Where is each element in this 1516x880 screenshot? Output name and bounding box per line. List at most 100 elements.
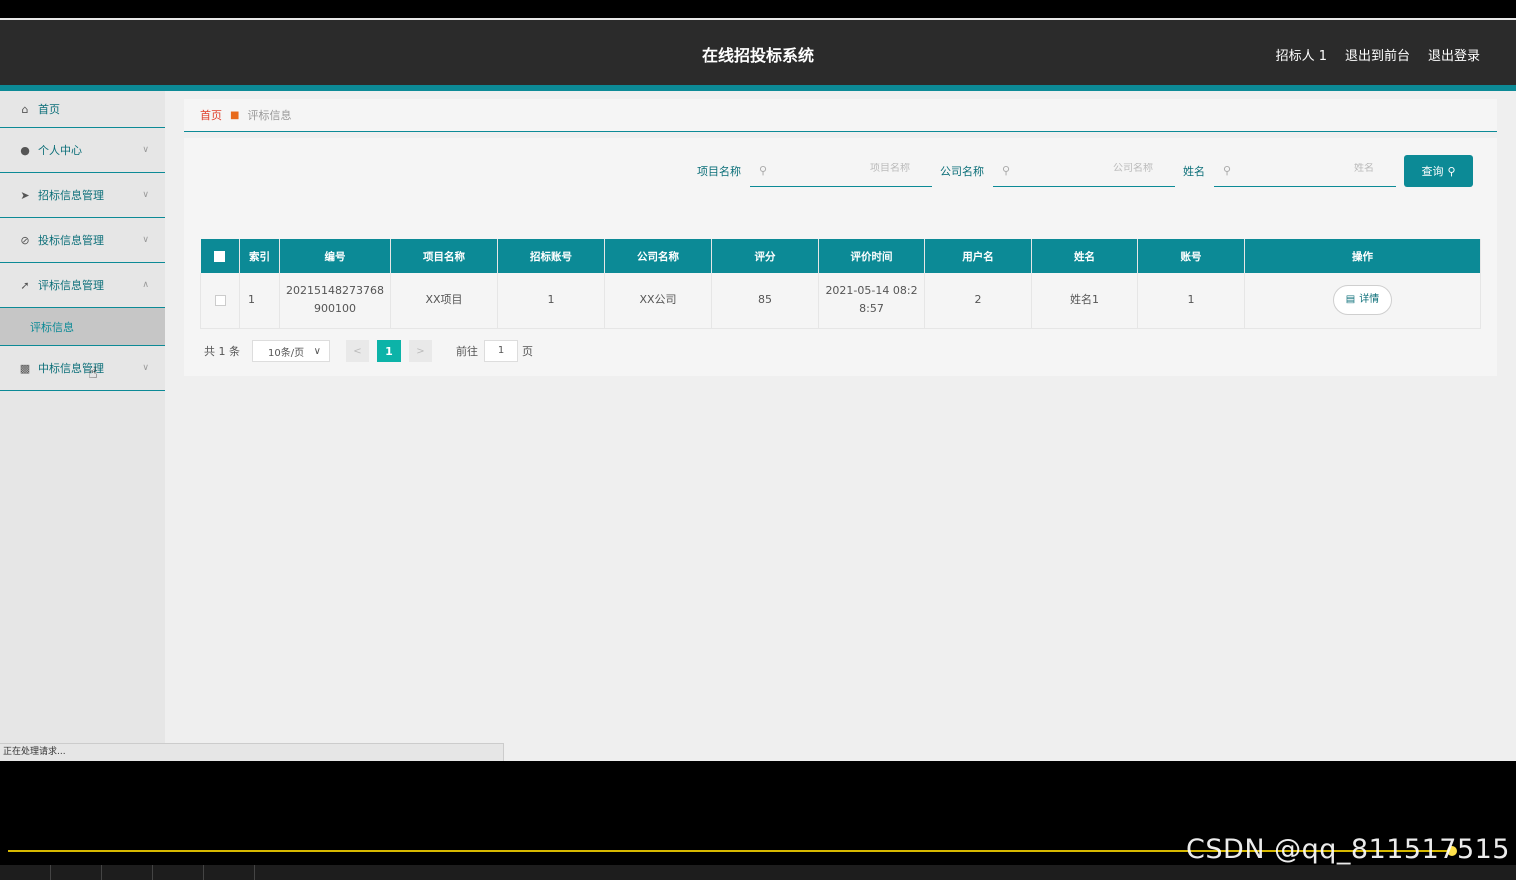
send-icon: ➤ [20, 188, 30, 202]
back-to-front-link[interactable]: 退出到前台 [1345, 45, 1410, 64]
strip-divider [254, 865, 255, 880]
chevron-right-icon: > [416, 345, 425, 357]
search-bar: 项目名称 ⚲ 公司名称 ⚲ 姓名 ⚲ [697, 155, 1473, 187]
strip-divider [101, 865, 102, 880]
chevron-down-icon: ∨ [142, 145, 149, 155]
app-body: ⌂ 首页 ● 个人中心 ∨ ➤ 招标信息管理 ∨ ⊘ 投标信息管理 ∨ ➚ 评标… [0, 91, 1516, 761]
header-links: 招标人 1 退出到前台 退出登录 [1276, 45, 1480, 64]
sidebar-item-label: 首页 [38, 103, 60, 116]
cell-account: 1 [1137, 273, 1245, 329]
content-panel: 项目名称 ⚲ 公司名称 ⚲ 姓名 ⚲ [184, 138, 1497, 376]
table-row: 1 20215148273768 900100 XX项目 1 XX公司 85 20… [200, 273, 1481, 329]
sidebar-item-award-info[interactable]: ▩ 中标信息管理 ∨ [0, 346, 165, 391]
browser-status-bar: 正在处理请求... [0, 743, 504, 761]
pagination-total: 共 1 条 [204, 345, 240, 358]
screen: 在线招投标系统 招标人 1 退出到前台 退出登录 ⌂ 首页 ● 个人中心 ∨ ➤… [0, 0, 1516, 880]
evaluation-table: 索引 编号 项目名称 招标账号 公司名称 评分 评价时间 用户名 姓名 账号 操… [200, 239, 1481, 329]
bell-off-icon: ⊘ [20, 233, 30, 247]
cell-company: XX公司 [604, 273, 712, 329]
row-checkbox[interactable] [214, 294, 226, 306]
sidebar-item-bid-info[interactable]: ⊘ 投标信息管理 ∨ [0, 218, 165, 263]
name-input[interactable] [1254, 163, 1374, 174]
company-name-label: 公司名称 [940, 165, 984, 178]
cell-time-line1: 2021-05-14 08:2 [825, 284, 918, 298]
col-header: 索引 [239, 239, 280, 273]
breadcrumb-home[interactable]: 首页 [200, 107, 222, 123]
sidebar-item-label: 评标信息管理 [38, 279, 104, 292]
cell-action: ▤ 详情 [1244, 273, 1481, 329]
sidebar-item-label: 投标信息管理 [38, 234, 104, 247]
prev-page-button[interactable]: < [346, 340, 369, 362]
logout-link[interactable]: 退出登录 [1428, 45, 1480, 64]
cell-index: 1 [239, 273, 280, 329]
chevron-up-icon: ∧ [142, 280, 149, 290]
cell-time-line2: 8:57 [859, 302, 884, 316]
sidebar-item-label: 招标信息管理 [38, 189, 104, 202]
col-header: 账号 [1137, 239, 1245, 273]
briefcase-icon: ▩ [19, 361, 31, 375]
search-icon: ⚲ [1002, 164, 1011, 177]
next-page-button[interactable]: > [409, 340, 432, 362]
col-header: 招标账号 [497, 239, 605, 273]
chevron-down-icon: ∨ [142, 190, 149, 200]
document-icon: ▤ [1345, 294, 1356, 306]
page-size-value: 10条/页 [268, 347, 305, 359]
project-name-label: 项目名称 [697, 165, 741, 178]
project-name-field: ⚲ [750, 155, 932, 187]
page-size-select[interactable]: 10条/页 ∨ [252, 340, 330, 362]
sidebar-item-label: 个人中心 [38, 144, 82, 157]
app-header: 在线招投标系统 招标人 1 退出到前台 退出登录 [0, 20, 1516, 85]
search-icon: ⚲ [759, 164, 768, 177]
col-header: 操作 [1244, 239, 1481, 273]
strip-divider [203, 865, 204, 880]
sidebar-item-tender-info[interactable]: ➤ 招标信息管理 ∨ [0, 173, 165, 218]
goto-label: 前往 [456, 345, 478, 358]
company-name-input[interactable] [1033, 163, 1153, 174]
select-all-checkbox[interactable] [214, 250, 226, 262]
goto-page-input[interactable]: 1 [484, 340, 518, 362]
main-content: 首页 ■ 评标信息 项目名称 ⚲ 公司名称 ⚲ 姓名 [184, 91, 1497, 761]
company-name-field: ⚲ [993, 155, 1175, 187]
name-label: 姓名 [1183, 165, 1205, 178]
breadcrumb-current: 评标信息 [247, 109, 292, 122]
detail-button[interactable]: ▤ 详情 [1332, 285, 1393, 316]
strip-divider [50, 865, 51, 880]
col-header: 用户名 [924, 239, 1032, 273]
col-header: 姓名 [1031, 239, 1138, 273]
table-header-row: 索引 编号 项目名称 招标账号 公司名称 评分 评价时间 用户名 姓名 账号 操… [200, 239, 1481, 273]
project-name-input[interactable] [790, 163, 910, 174]
cell-project: XX项目 [390, 273, 498, 329]
breadcrumb: 首页 ■ 评标信息 [184, 99, 1497, 132]
col-header: 公司名称 [604, 239, 712, 273]
cell-name: 姓名1 [1031, 273, 1138, 329]
name-field: ⚲ [1214, 155, 1396, 187]
watermark: CSDN @qq_811517515 [1186, 834, 1510, 865]
cell-code-line1: 20215148273768 [286, 284, 384, 298]
page-number-button[interactable]: 1 [377, 340, 401, 362]
cell-tender-account: 1 [497, 273, 605, 329]
video-player-bar: CSDN @qq_811517515 [0, 761, 1516, 880]
strip-divider [152, 865, 153, 880]
row-select-cell [200, 273, 240, 329]
user-icon: ● [20, 143, 30, 157]
sidebar-item-personal-center[interactable]: ● 个人中心 ∨ [0, 128, 165, 173]
mouse-cursor-icon: ☝ [88, 363, 98, 382]
sidebar: ⌂ 首页 ● 个人中心 ∨ ➤ 招标信息管理 ∨ ⊘ 投标信息管理 ∨ ➚ 评标… [0, 91, 165, 761]
sidebar-subitem-evaluation[interactable]: 评标信息 [0, 308, 165, 346]
col-header: 评价时间 [818, 239, 925, 273]
select-all-cell [200, 239, 240, 273]
search-icon: ⚲ [1447, 165, 1456, 178]
breadcrumb-separator-icon: ■ [230, 109, 240, 121]
user-link[interactable]: 招标人 1 [1276, 45, 1327, 64]
search-icon: ⚲ [1223, 164, 1232, 177]
sidebar-item-evaluation-info[interactable]: ➚ 评标信息管理 ∧ [0, 263, 165, 308]
cell-code-line2: 900100 [314, 302, 356, 316]
player-bottom-strip [0, 865, 1516, 880]
goto-suffix: 页 [522, 345, 533, 358]
cell-score: 85 [711, 273, 819, 329]
sidebar-item-home[interactable]: ⌂ 首页 [0, 91, 165, 128]
navigation-icon: ➚ [20, 278, 30, 292]
chevron-left-icon: < [353, 345, 362, 357]
query-button[interactable]: 查询 ⚲ [1404, 155, 1473, 187]
col-header: 编号 [279, 239, 391, 273]
